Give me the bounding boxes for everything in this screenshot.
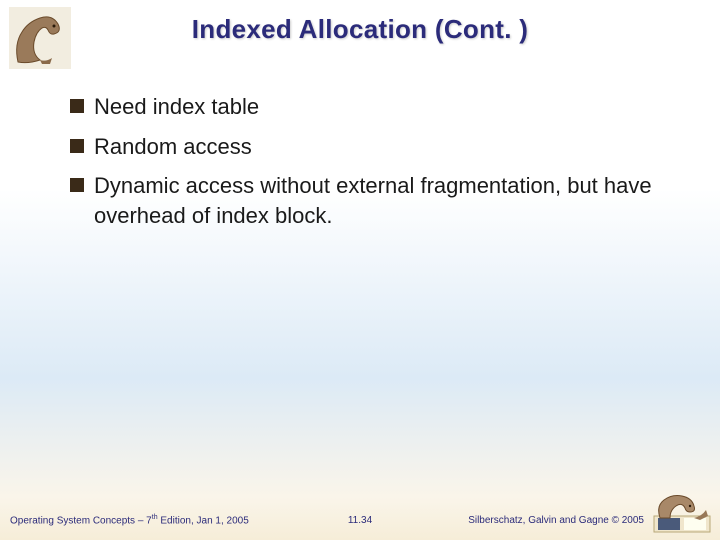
square-bullet-icon bbox=[70, 99, 84, 113]
bullet-item: Dynamic access without external fragment… bbox=[70, 171, 680, 230]
bullet-text: Need index table bbox=[94, 92, 259, 122]
bullet-item: Need index table bbox=[70, 92, 680, 122]
square-bullet-icon bbox=[70, 178, 84, 192]
dinosaur-book-logo-icon bbox=[652, 490, 712, 534]
slide: Indexed Allocation (Cont. ) Need index t… bbox=[0, 0, 720, 540]
slide-title: Indexed Allocation (Cont. ) bbox=[0, 14, 720, 45]
bullet-text: Random access bbox=[94, 132, 252, 162]
square-bullet-icon bbox=[70, 139, 84, 153]
footer-copyright: Silberschatz, Galvin and Gagne © 2005 bbox=[468, 515, 644, 526]
bullet-text: Dynamic access without external fragment… bbox=[94, 171, 680, 230]
bullet-item: Random access bbox=[70, 132, 680, 162]
content-area: Need index table Random access Dynamic a… bbox=[70, 92, 680, 241]
